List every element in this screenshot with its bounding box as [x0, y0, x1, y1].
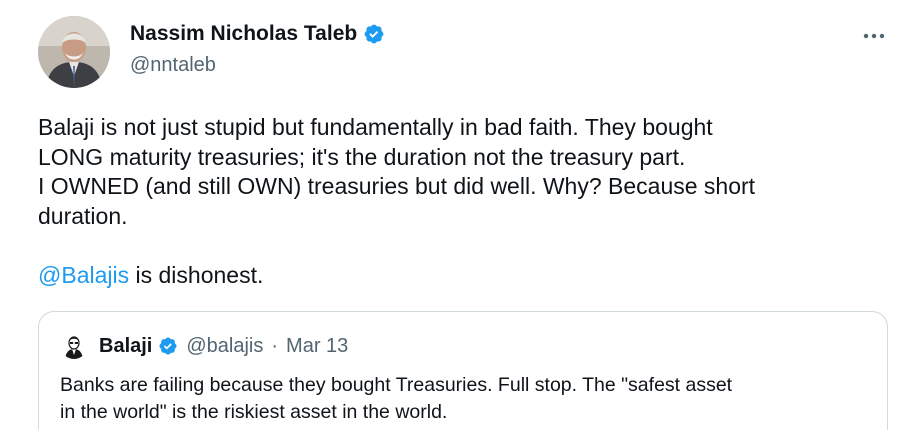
tweet-line: duration.: [38, 202, 128, 229]
verified-badge-icon: [159, 337, 177, 355]
author-name-row[interactable]: Nassim Nicholas Taleb: [130, 22, 385, 46]
more-options-button[interactable]: [858, 22, 890, 50]
quoted-tweet-line: in the world" is the riskiest asset in t…: [60, 401, 448, 423]
quoted-tweet-body: Banks are failing because they bought Tr…: [60, 372, 860, 426]
mention-suffix: is dishonest.: [129, 261, 264, 288]
quoted-author-avatar[interactable]: [61, 333, 87, 359]
tweet-body: Balaji is not just stupid but fundamenta…: [38, 113, 868, 290]
dot-separator: ·: [271, 334, 279, 357]
tweet-card: Nassim Nicholas Taleb @nntaleb Balaji is…: [0, 0, 902, 430]
more-horizontal-icon: [863, 33, 885, 39]
quoted-avatar-image: [61, 333, 87, 359]
quoted-tweet-date[interactable]: Mar 13: [286, 335, 348, 358]
author-avatar-image: [38, 16, 110, 88]
quoted-author-name[interactable]: Balaji: [99, 335, 152, 358]
author-avatar[interactable]: [38, 16, 110, 88]
verified-badge-icon: [364, 24, 384, 44]
quoted-tweet-header: Balaji @balajis · Mar 13: [61, 333, 348, 359]
quoted-author-handle[interactable]: @balajis: [186, 335, 263, 358]
mention-link[interactable]: @Balajis: [38, 262, 129, 288]
quoted-tweet[interactable]: Balaji @balajis · Mar 13 Banks are faili…: [38, 311, 888, 430]
tweet-line: I OWNED (and still OWN) treasuries but d…: [38, 173, 756, 199]
quoted-tweet-line: Banks are failing because they bought Tr…: [60, 374, 733, 396]
tweet-line: LONG maturity treasuries; it's the durat…: [38, 143, 686, 170]
author-name[interactable]: Nassim Nicholas Taleb: [130, 22, 357, 46]
tweet-mention-line: @Balajis is dishonest.: [38, 261, 868, 291]
author-handle[interactable]: @nntaleb: [130, 54, 216, 77]
tweet-line: Balaji is not just stupid but fundamenta…: [38, 114, 713, 140]
